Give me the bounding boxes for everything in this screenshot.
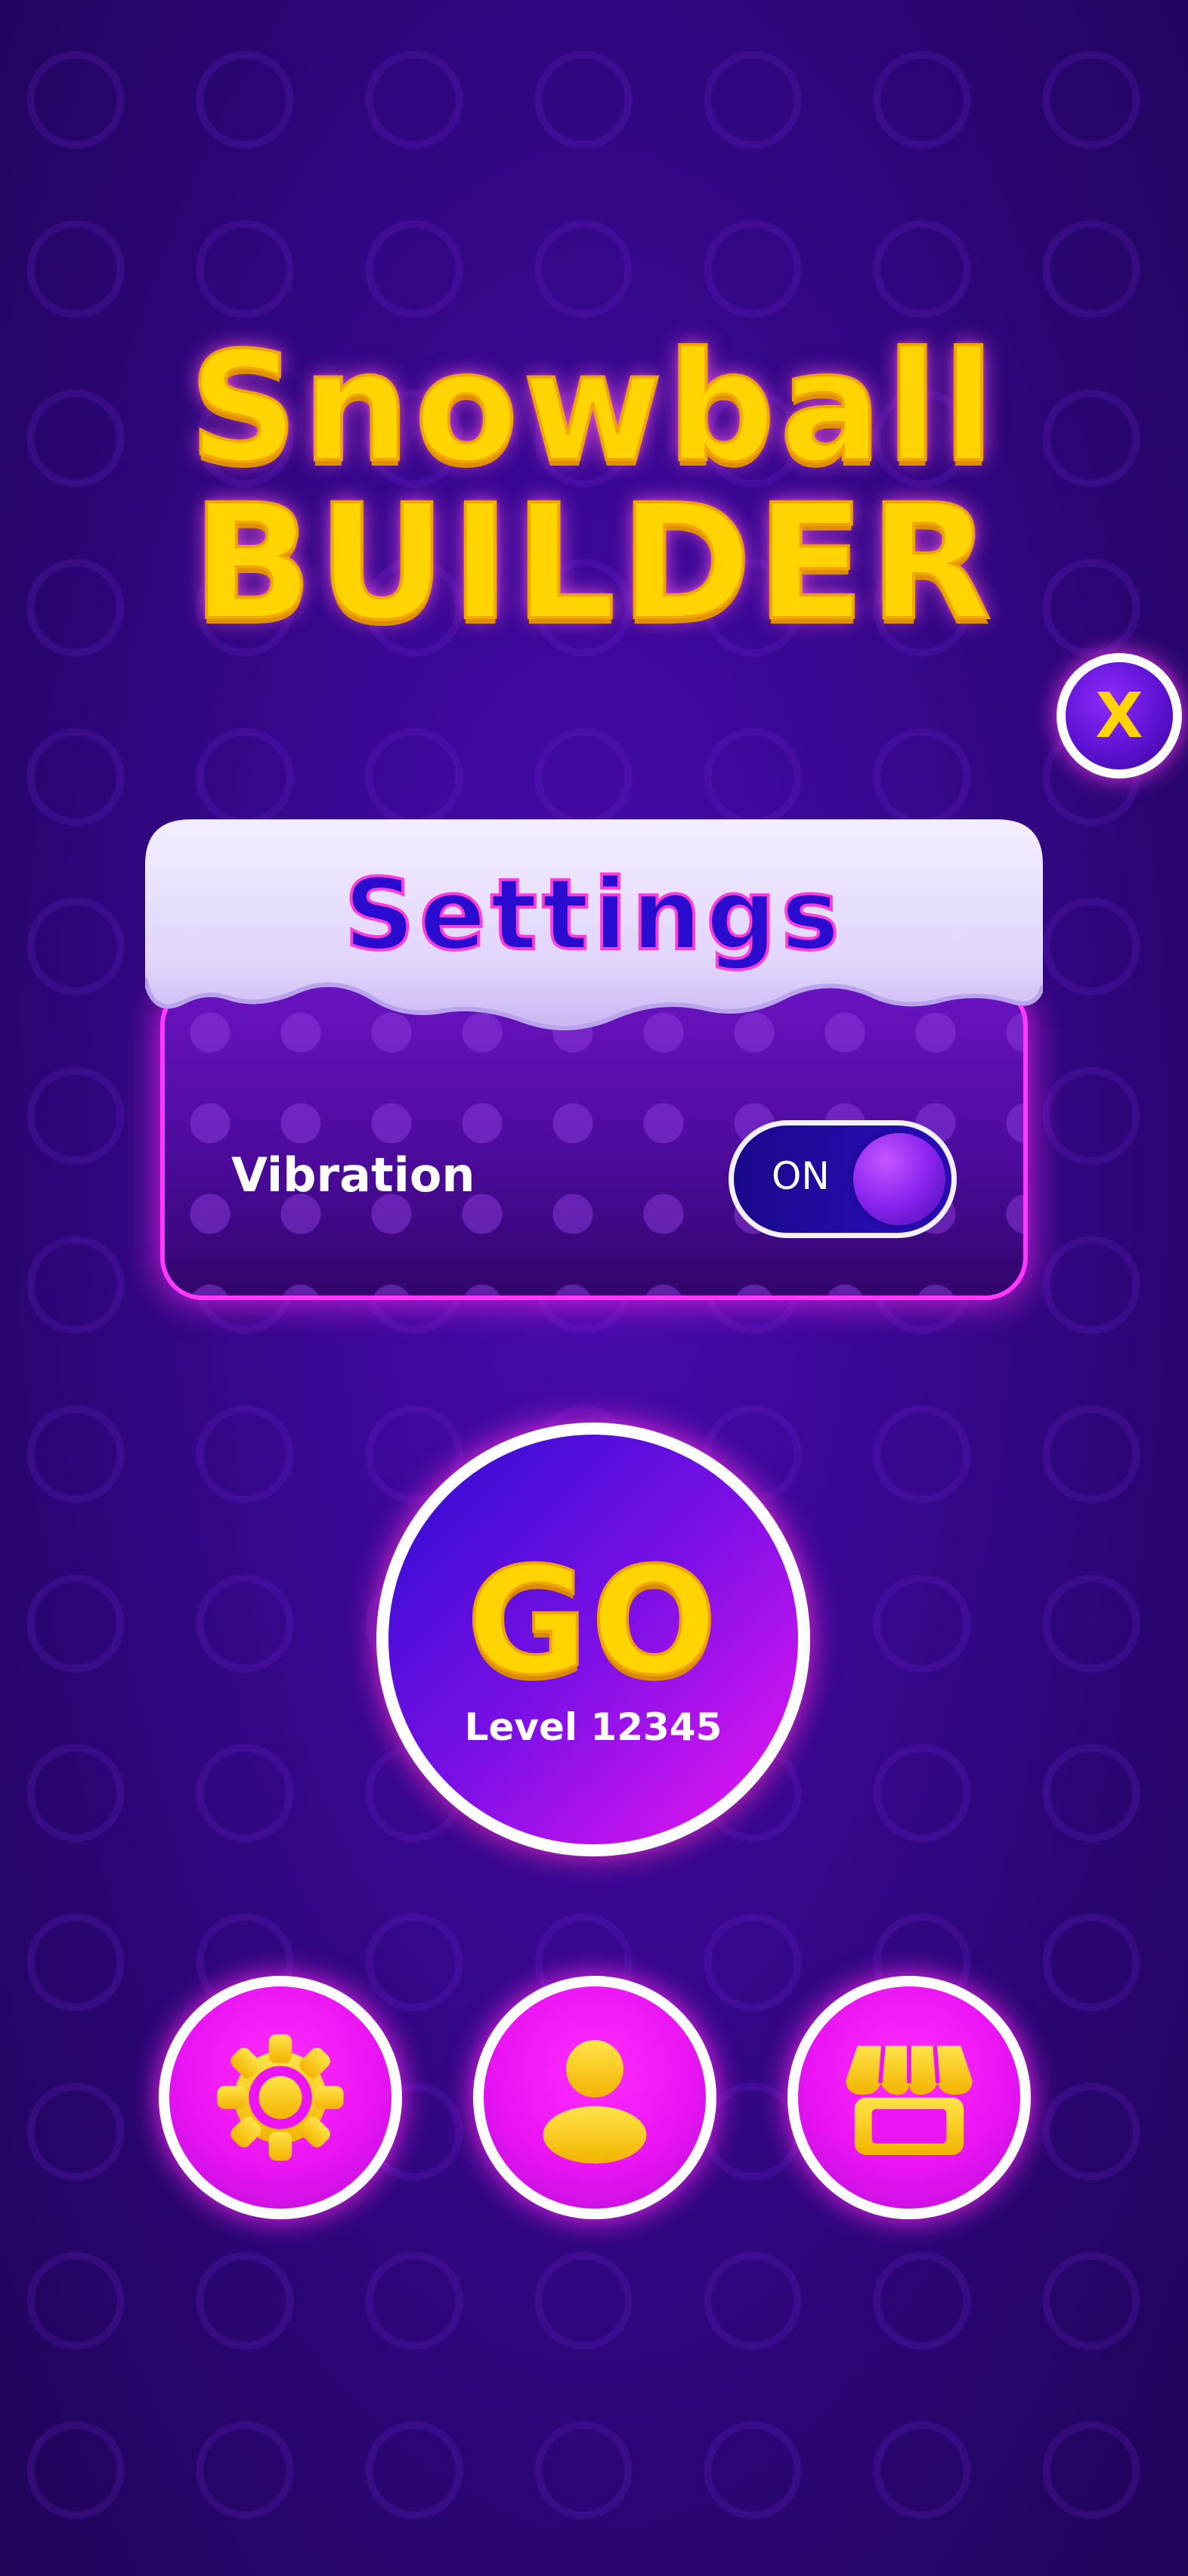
gear-icon xyxy=(217,2034,344,2161)
game-title-line2: BUILDER xyxy=(190,470,996,655)
vibration-toggle[interactable]: ON xyxy=(729,1120,957,1238)
go-label: GO xyxy=(465,1536,720,1708)
close-icon: X xyxy=(1095,680,1143,752)
toggle-state-label: ON xyxy=(772,1154,830,1198)
toggle-knob xyxy=(853,1133,945,1225)
settings-heading: Settings xyxy=(342,856,844,974)
user-icon xyxy=(543,2040,647,2164)
shop-button[interactable] xyxy=(787,1976,1031,2219)
level-label: Level 12345 xyxy=(464,1705,722,1749)
vibration-label: Vibration xyxy=(231,1147,475,1203)
go-button[interactable]: GO Level 12345 xyxy=(376,1423,810,1856)
game-title-line1: Snowball xyxy=(187,320,999,496)
settings-button[interactable] xyxy=(159,1976,402,2219)
profile-button[interactable] xyxy=(473,1976,716,2219)
close-button[interactable]: X xyxy=(1057,653,1182,779)
shop-icon xyxy=(846,2045,973,2155)
